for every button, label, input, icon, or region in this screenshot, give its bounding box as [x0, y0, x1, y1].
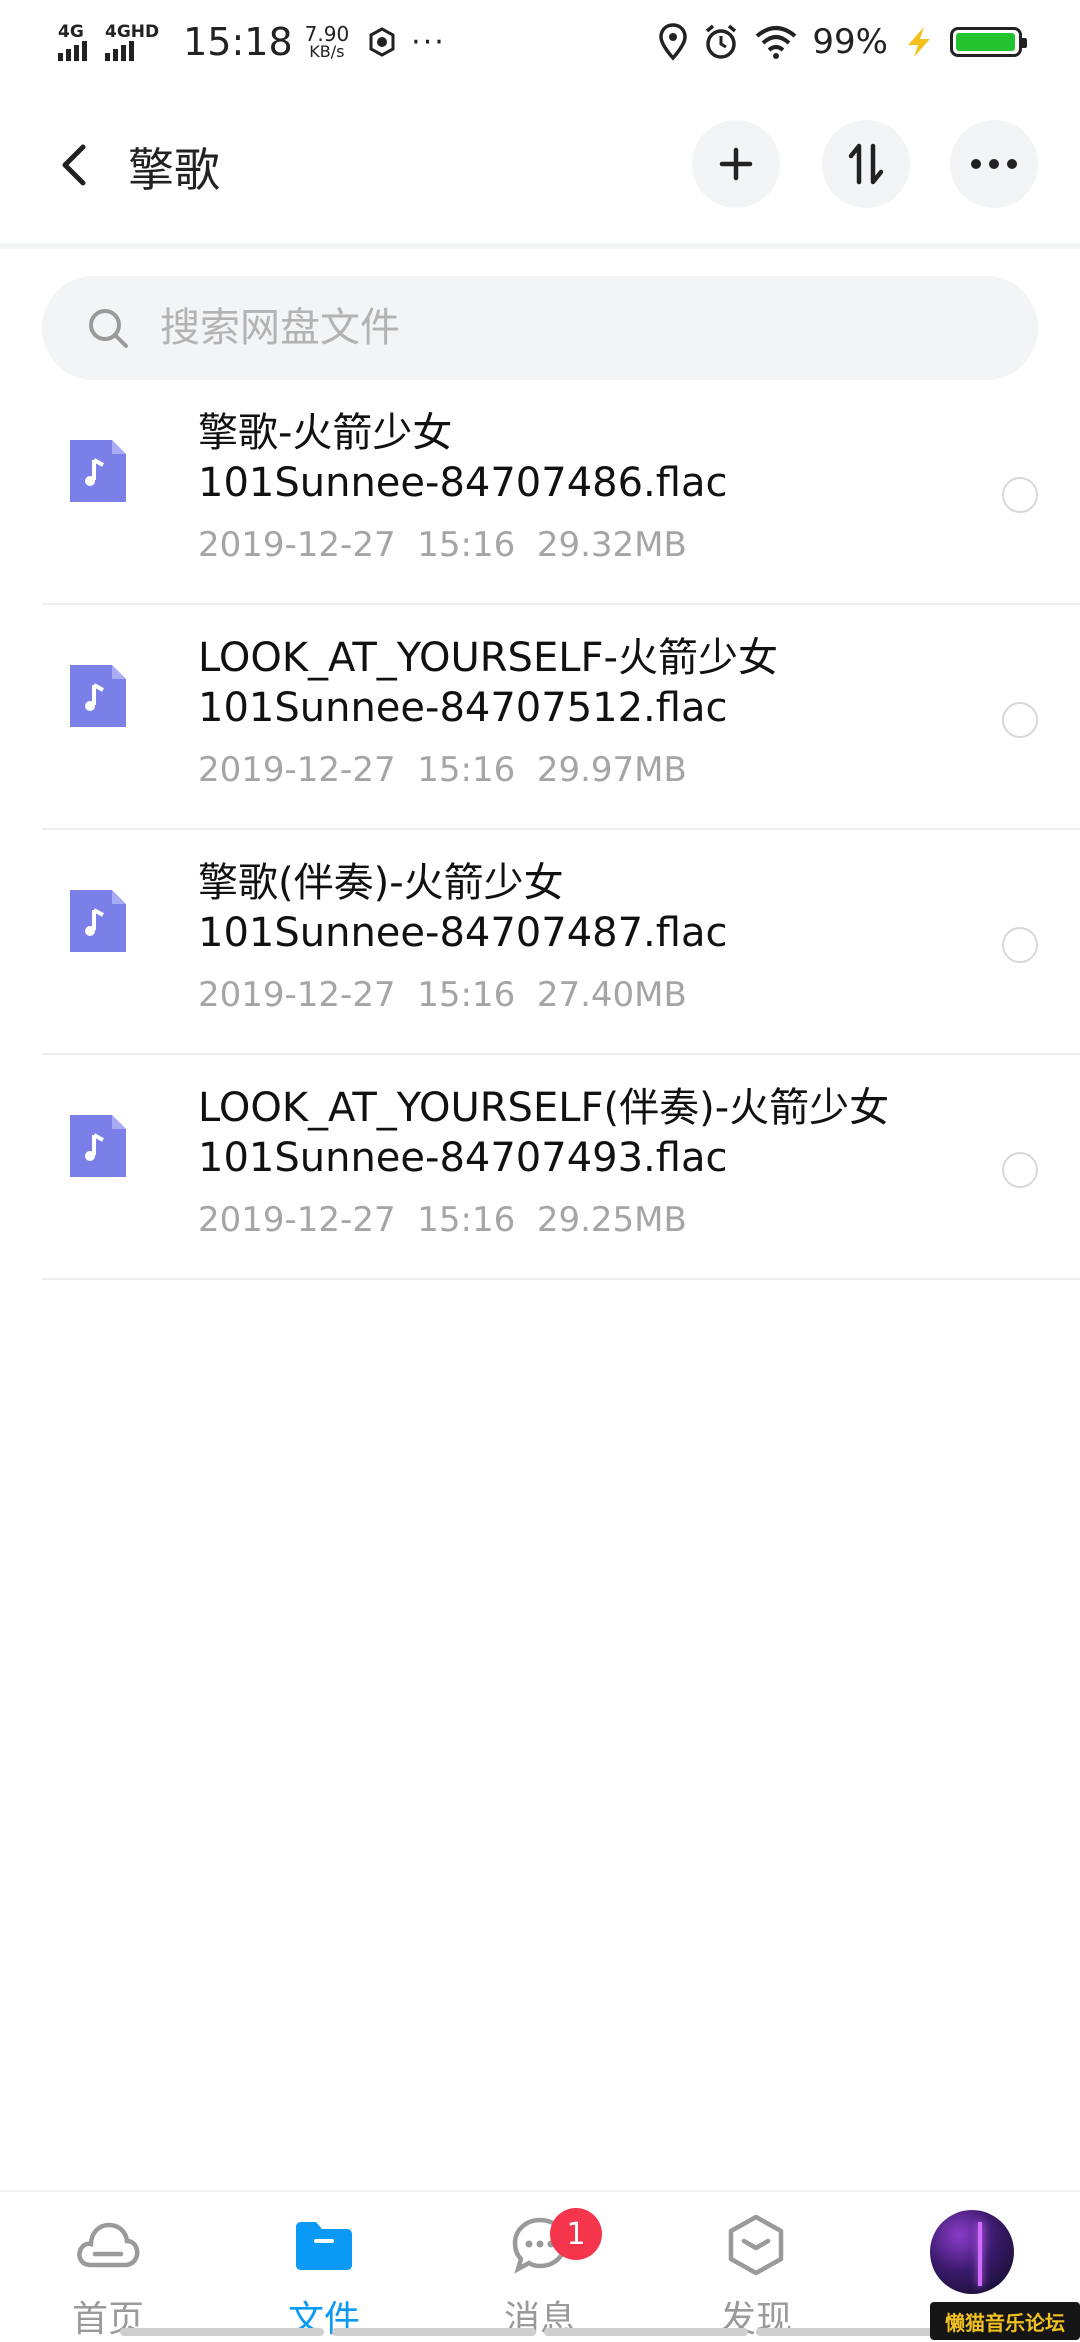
file-date: 2019-12-27 — [198, 1200, 396, 1240]
location-icon — [659, 23, 688, 61]
more-horizontal-icon — [971, 159, 1017, 169]
network-type-label-2: 4GHD — [105, 22, 160, 42]
file-row[interactable]: 擎歌(伴奏)-火箭少女 101Sunnee-84707487.flac 2019… — [42, 830, 1080, 1055]
file-time: 15:16 — [417, 525, 516, 565]
nav-item-files[interactable]: 文件 — [254, 2210, 394, 2342]
file-row[interactable]: LOOK_AT_YOURSELF-火箭少女 101Sunnee-84707512… — [42, 605, 1080, 830]
network-speed-value: 7.90 — [304, 22, 350, 46]
file-size: 29.25MB — [536, 1200, 687, 1240]
file-size: 27.40MB — [536, 975, 687, 1015]
more-notifications-icon: ··· — [411, 24, 446, 60]
battery-level-fill — [956, 33, 1016, 51]
select-checkbox[interactable] — [1002, 1152, 1038, 1188]
header-divider — [0, 243, 1080, 249]
file-name: LOOK_AT_YOURSELF(伴奏)-火箭少女 101Sunnee-8470… — [198, 1083, 998, 1183]
file-meta: 2019-12-27 15:16 29.97MB — [198, 750, 687, 790]
folder-icon — [289, 2210, 359, 2280]
select-checkbox[interactable] — [1002, 477, 1038, 513]
back-button[interactable] — [44, 135, 104, 195]
plus-icon — [719, 147, 753, 181]
avatar[interactable] — [930, 2210, 1014, 2294]
gesture-bar — [120, 2328, 960, 2336]
network-type-label: 4G — [58, 22, 84, 42]
status-bar-right: 99% — [644, 22, 1027, 62]
signal-bars-icon-2 — [105, 41, 134, 61]
file-size: 29.97MB — [536, 750, 687, 790]
unread-badge: 1 — [550, 2208, 602, 2260]
watermark: 懒猫音乐论坛 — [930, 2302, 1080, 2340]
file-time: 15:16 — [417, 1200, 516, 1240]
file-name-line-1: 擎歌(伴奏)-火箭少女 — [198, 860, 564, 906]
more-button[interactable] — [950, 120, 1038, 208]
file-name-line-1: 擎歌-火箭少女 — [198, 410, 453, 456]
file-size: 29.32MB — [536, 525, 687, 565]
alarm-icon — [706, 24, 737, 59]
cloud-icon — [73, 2210, 143, 2280]
sort-icon — [848, 143, 884, 185]
file-name-line-2: 101Sunnee-84707486.flac — [198, 460, 728, 506]
battery-percent: 99% — [812, 22, 888, 62]
nav-item-messages[interactable]: 消息 1 — [470, 2208, 610, 2342]
file-list: 擎歌-火箭少女 101Sunnee-84707486.flac 2019-12-… — [0, 380, 1080, 1280]
signal-4g: 4G — [58, 23, 87, 61]
chevron-left-icon — [62, 144, 86, 186]
file-name-line-1: LOOK_AT_YOURSELF(伴奏)-火箭少女 — [198, 1085, 890, 1131]
discover-icon — [721, 2210, 791, 2280]
status-bar-left: 4G 4GHD 15:18 7.90 KB/s ··· — [58, 20, 446, 64]
file-name: LOOK_AT_YOURSELF-火箭少女 101Sunnee-84707512… — [198, 633, 998, 733]
battery-icon — [950, 27, 1027, 57]
app-notification-icon — [369, 27, 395, 57]
page-title: 擎歌 — [128, 143, 220, 197]
file-date: 2019-12-27 — [198, 750, 396, 790]
nav-item-discover[interactable]: 发现 — [686, 2210, 826, 2342]
title-bar: 擎歌 — [0, 110, 1080, 220]
file-meta: 2019-12-27 15:16 27.40MB — [198, 975, 687, 1015]
wifi-icon — [756, 26, 797, 59]
music-file-icon — [70, 440, 126, 502]
search-input[interactable] — [158, 304, 958, 352]
file-time: 15:16 — [417, 750, 516, 790]
network-speed-unit: KB/s — [309, 42, 345, 61]
file-date: 2019-12-27 — [198, 525, 396, 565]
clock: 15:18 — [183, 20, 293, 64]
file-name-line-2: 101Sunnee-84707487.flac — [198, 910, 728, 956]
search-bar[interactable] — [42, 276, 1038, 380]
music-file-icon — [70, 665, 126, 727]
select-checkbox[interactable] — [1002, 927, 1038, 963]
file-meta: 2019-12-27 15:16 29.32MB — [198, 525, 687, 565]
file-time: 15:16 — [417, 975, 516, 1015]
file-name-line-2: 101Sunnee-84707493.flac — [198, 1135, 728, 1181]
file-name: 擎歌(伴奏)-火箭少女 101Sunnee-84707487.flac — [198, 858, 998, 958]
music-file-icon — [70, 1115, 126, 1177]
bottom-nav: 首页 文件 消息 1 发现 — [0, 2190, 1080, 2340]
network-speed: 7.90 KB/s — [305, 24, 350, 60]
sort-button[interactable] — [822, 120, 910, 208]
music-file-icon — [70, 890, 126, 952]
signal-4ghd: 4GHD — [105, 23, 159, 61]
search-icon — [89, 309, 128, 348]
charging-icon — [908, 27, 930, 57]
nav-item-home[interactable]: 首页 — [38, 2210, 178, 2342]
file-row[interactable]: 擎歌-火箭少女 101Sunnee-84707486.flac 2019-12-… — [42, 380, 1080, 605]
file-meta: 2019-12-27 15:16 29.25MB — [198, 1200, 687, 1240]
file-name-line-1: LOOK_AT_YOURSELF-火箭少女 — [198, 635, 778, 681]
file-row[interactable]: LOOK_AT_YOURSELF(伴奏)-火箭少女 101Sunnee-8470… — [42, 1055, 1080, 1280]
status-bar: 4G 4GHD 15:18 7.90 KB/s ··· 99% — [0, 0, 1080, 84]
file-name-line-2: 101Sunnee-84707512.flac — [198, 685, 728, 731]
signal-bars-icon — [58, 41, 87, 61]
file-date: 2019-12-27 — [198, 975, 396, 1015]
select-checkbox[interactable] — [1002, 702, 1038, 738]
add-button[interactable] — [692, 120, 780, 208]
file-name: 擎歌-火箭少女 101Sunnee-84707486.flac — [198, 408, 998, 508]
